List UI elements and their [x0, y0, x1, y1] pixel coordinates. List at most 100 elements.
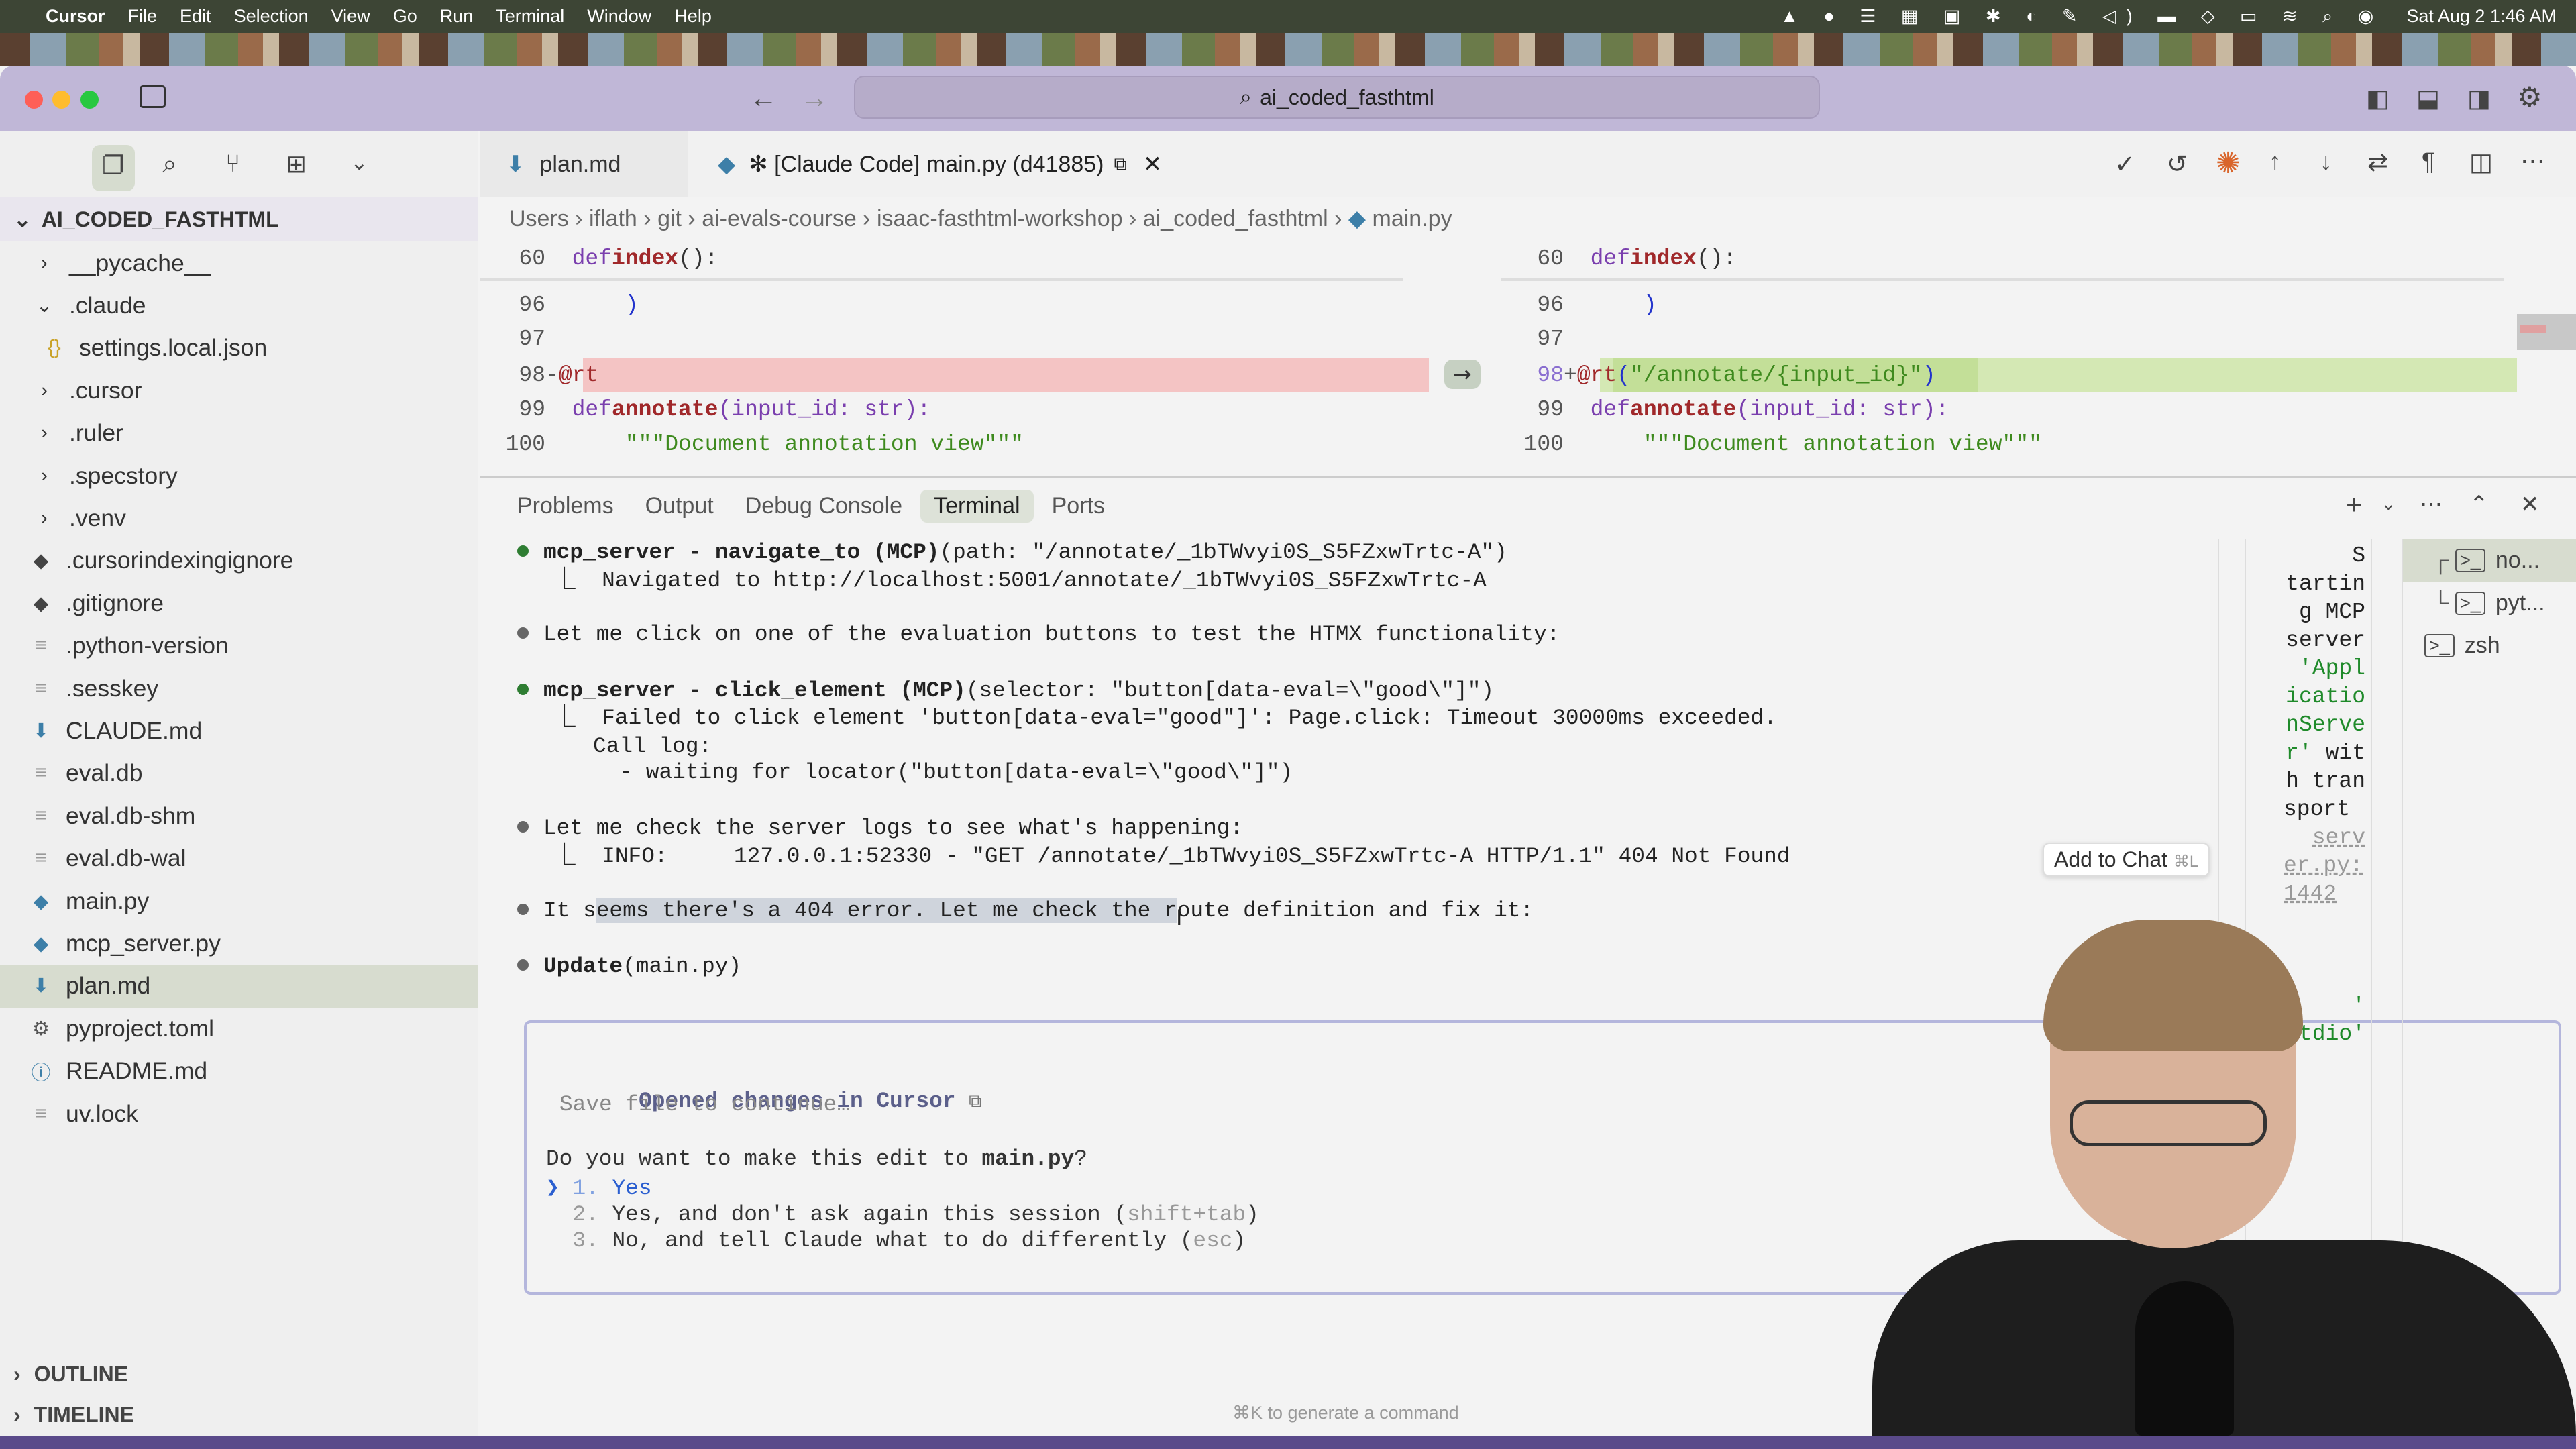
menu-terminal[interactable]: Terminal — [496, 6, 564, 27]
terminal-output[interactable]: mcp_server - navigate_to (MCP)(path: "/a… — [517, 539, 1790, 979]
swap-icon[interactable]: ⇄ — [2367, 148, 2388, 176]
menu-view[interactable]: View — [331, 6, 370, 27]
file-tree-item[interactable]: ≡ eval.db-shm — [0, 794, 478, 837]
toggle-secondary-sidebar-icon[interactable]: ◨ — [2467, 84, 2491, 113]
file-tree-item[interactable]: › .ruler — [0, 412, 478, 455]
previous-change-icon[interactable]: ↑ — [2269, 148, 2282, 176]
breadcrumb-item[interactable]: Users — [509, 206, 569, 231]
file-tree-item[interactable]: ≡ eval.db — [0, 752, 478, 795]
menu-help[interactable]: Help — [674, 6, 712, 27]
maximize-panel-icon[interactable]: ⌃ — [2469, 491, 2489, 518]
tab-claude-code-main-py[interactable]: ◆ ✻ [Claude Code] main.py (d41885) ⧉ ✕ — [718, 131, 1162, 197]
breadcrumb-item[interactable]: main.py — [1373, 206, 1452, 231]
revert-icon[interactable]: ↺ — [2167, 150, 2188, 178]
maximize-window-button[interactable] — [80, 91, 99, 109]
status-icons[interactable]: ▲ ● ☰ ▦ ▣ ✱ ◐ ✎ ◁) ▬ ◇ ▭ ≋ ⌕ ◉ — [1780, 6, 2383, 28]
breadcrumb-item[interactable]: iflath — [589, 206, 637, 231]
more-actions-icon[interactable]: ⋯ — [2420, 491, 2443, 518]
terminal-text: r' — [2286, 741, 2312, 765]
tab-debug-console[interactable]: Debug Console — [732, 490, 916, 523]
file-tree-item[interactable]: ⚙ pyproject.toml — [0, 1007, 478, 1050]
close-panel-icon[interactable]: ✕ — [2520, 491, 2540, 518]
settings-gear-icon[interactable]: ⚙ — [2517, 80, 2542, 113]
breadcrumb-item[interactable]: ai_coded_fasthtml — [1143, 206, 1328, 231]
tab-ports[interactable]: Ports — [1038, 490, 1118, 523]
chevron-down-icon[interactable]: ⌄ — [350, 150, 368, 175]
file-tree-item[interactable]: ◆ mcp_server.py — [0, 922, 478, 965]
menu-window[interactable]: Window — [587, 6, 651, 27]
forward-arrow-icon[interactable]: → — [800, 82, 828, 114]
tab-plan-md[interactable]: ⬇ plan.md — [480, 131, 688, 197]
extensions-icon[interactable]: ⊞ — [286, 150, 307, 178]
menu-selection[interactable]: Selection — [234, 6, 309, 27]
clock[interactable]: Sat Aug 2 1:46 AM — [2406, 6, 2557, 27]
file-link[interactable]: er.py: — [2284, 852, 2365, 880]
file-tree-item[interactable]: ◆ .gitignore — [0, 582, 478, 625]
chevron-down-icon[interactable]: ⌄ — [2381, 494, 2396, 515]
copy-icon[interactable]: ⧉ — [1114, 154, 1127, 175]
toggle-primary-sidebar-icon[interactable]: ◧ — [2366, 84, 2390, 113]
panel-divider[interactable] — [480, 476, 2576, 478]
file-tree-item[interactable]: ≡ .sesskey — [0, 667, 478, 710]
search-icon[interactable]: ⌕ — [162, 150, 177, 179]
menu-run[interactable]: Run — [440, 6, 474, 27]
breadcrumb-item[interactable]: ai-evals-course — [702, 206, 857, 231]
file-tree-item[interactable]: › .specstory — [0, 454, 478, 497]
file-tree-item[interactable]: ≡ uv.lock — [0, 1092, 478, 1135]
claude-icon[interactable]: ✺ — [2216, 146, 2241, 180]
tab-terminal[interactable]: Terminal — [920, 490, 1034, 523]
file-tree-item[interactable]: ◆ .cursorindexingignore — [0, 539, 478, 582]
file-tree-item[interactable]: ≡ eval.db-wal — [0, 837, 478, 880]
timeline-section[interactable]: › TIMELINE — [0, 1395, 478, 1436]
file-tree-item[interactable]: ≡ .python-version — [0, 625, 478, 667]
split-editor-icon[interactable]: ◫ — [2469, 148, 2493, 176]
option-yes-dont-ask[interactable]: 2. Yes, and don't ask again this session… — [546, 1202, 1258, 1227]
menu-app[interactable]: Cursor — [46, 6, 105, 27]
menu-edit[interactable]: Edit — [180, 6, 211, 27]
toggle-sidebar-icon[interactable] — [140, 85, 166, 108]
explorer-root-header[interactable]: ⌄ AI_CODED_FASTHTML — [0, 197, 478, 241]
breadcrumb: Users › iflath › git › ai-evals-course ›… — [509, 206, 1452, 231]
tab-output[interactable]: Output — [632, 490, 727, 523]
new-terminal-plus-icon[interactable]: + — [2346, 488, 2363, 521]
file-tree-item[interactable]: {} settings.local.json — [0, 327, 478, 370]
file-tree-item[interactable]: ⬇ plan.md — [0, 964, 478, 1008]
diff-editor[interactable]: 60 def index (): 96 ) 97 98- @rt 99 def a… — [480, 241, 2576, 476]
whitespace-icon[interactable]: ¶ — [2422, 148, 2435, 176]
option-yes[interactable]: ❯ 1. Yes — [546, 1174, 652, 1201]
copy-icon[interactable]: ⧉ — [969, 1093, 981, 1113]
breadcrumb-item[interactable]: isaac-fasthtml-workshop — [877, 206, 1123, 231]
file-tree-item[interactable]: › .venv — [0, 496, 478, 539]
back-arrow-icon[interactable]: ← — [749, 82, 777, 114]
file-link[interactable]: 1442 — [2284, 880, 2365, 908]
outline-section[interactable]: › OUTLINE — [0, 1352, 478, 1395]
tab-problems[interactable]: Problems — [504, 490, 627, 523]
add-to-chat-button[interactable]: Add to Chat ⌘L — [2043, 843, 2210, 877]
terminal-list-item[interactable]: >_ zsh — [2403, 624, 2576, 667]
close-tab-icon[interactable]: ✕ — [1143, 151, 1163, 178]
breadcrumb-item[interactable]: git — [657, 206, 682, 231]
minimize-window-button[interactable] — [52, 91, 70, 109]
file-tree-item[interactable]: ⓘ README.md — [0, 1050, 478, 1093]
menu-go[interactable]: Go — [393, 6, 417, 27]
revert-change-arrow-icon[interactable]: → — [1444, 360, 1481, 389]
next-change-icon[interactable]: ↓ — [2320, 148, 2332, 176]
close-window-button[interactable] — [25, 91, 43, 109]
more-actions-icon[interactable]: ⋯ — [2520, 146, 2545, 175]
save-hint: Save file to continue… — [559, 1092, 850, 1117]
terminal-list-item[interactable]: └ >_ pyt... — [2403, 582, 2576, 625]
file-tree-item[interactable]: ⬇ CLAUDE.md — [0, 709, 478, 752]
option-no[interactable]: 3. No, and tell Claude what to do differ… — [546, 1228, 1246, 1253]
command-center-search[interactable]: ⌕ ai_coded_fasthtml — [854, 76, 1820, 119]
file-tree-item[interactable]: ◆ main.py — [0, 879, 478, 922]
menu-file[interactable]: File — [128, 6, 158, 27]
accept-checkmark-icon[interactable]: ✓ — [2114, 150, 2135, 178]
file-tree-item[interactable]: ⌄ .claude — [0, 284, 478, 327]
file-tree-item[interactable]: › __pycache__ — [0, 241, 478, 284]
source-control-icon[interactable]: ⑂ — [225, 150, 240, 178]
toggle-panel-icon[interactable]: ⬓ — [2416, 84, 2440, 113]
file-link[interactable]: serv — [2284, 824, 2365, 852]
terminal-list-item[interactable]: ┌ >_ no... — [2403, 539, 2576, 582]
files-icon[interactable]: ❐ — [102, 151, 124, 180]
file-tree-item[interactable]: › .cursor — [0, 369, 478, 412]
